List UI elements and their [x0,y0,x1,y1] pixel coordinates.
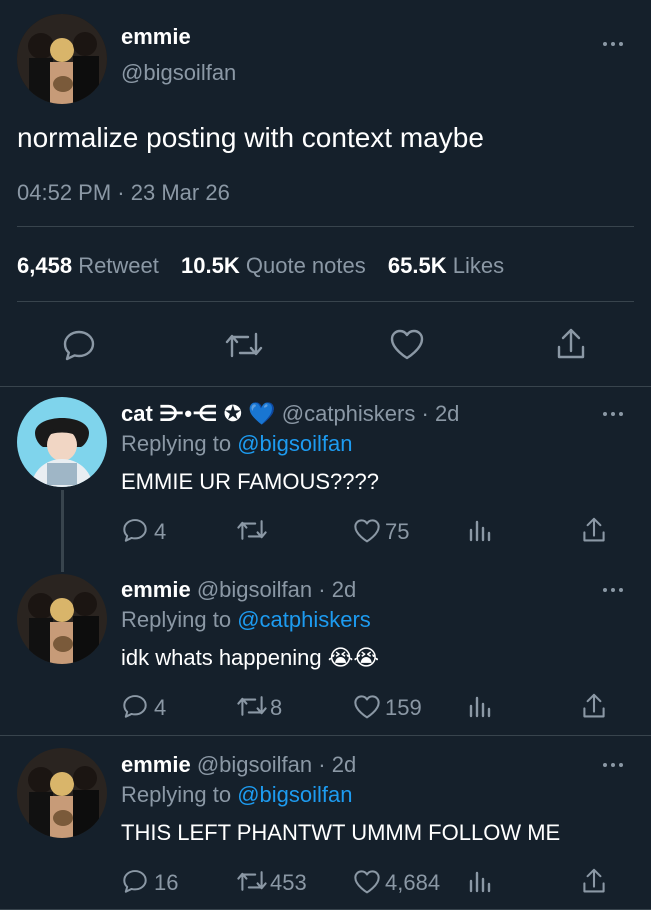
retweet-stat[interactable]: 6,458 Retweet [17,253,159,278]
like-count: 159 [385,695,422,720]
more-icon[interactable] [603,40,627,48]
divider [17,226,634,227]
reply-time: · 2d [318,752,357,777]
avatar[interactable] [17,14,107,104]
more-icon[interactable] [603,586,627,594]
tweet-text: normalize posting with context maybe [17,122,484,153]
reply-text: idk whats happening [121,645,322,670]
like-icon[interactable] [389,328,425,360]
replying-to-link[interactable]: @catphiskers [237,607,371,632]
retweet-icon[interactable] [236,694,268,718]
share-icon[interactable] [582,692,606,720]
like-icon[interactable] [353,869,381,894]
reply-icon[interactable] [122,693,148,719]
reply-header: emmie @bigsoilfan · 2d [121,752,356,778]
tweet-separator: · [117,180,125,205]
reply-icon[interactable] [122,517,148,543]
replying-to: Replying to @bigsoilfan [121,431,353,456]
display-name[interactable]: emmie [121,752,191,777]
avatar[interactable] [17,397,107,487]
quote-stat[interactable]: 10.5K Quote notes [181,253,366,278]
reply-count: 4 [154,695,167,720]
share-icon[interactable] [582,867,606,895]
reply-time: · 2d [318,577,357,602]
display-name[interactable]: emmie [121,24,191,50]
reply-header: cat ⋺•⋲ ✪ 💙 @catphiskers · 2d [121,401,459,427]
analytics-icon[interactable] [468,518,492,542]
replying-to-link[interactable]: @bigsoilfan [237,782,352,807]
reply-icon[interactable] [122,868,148,894]
replying-to: Replying to @catphiskers [121,607,371,632]
tweet-timestamp: 04:52 PM · 23 Mar 26 [17,180,230,206]
analytics-icon[interactable] [468,869,492,893]
reply-count: 16 [154,870,179,895]
retweet-count: 453 [270,870,307,895]
replying-to: Replying to @bigsoilfan [121,782,353,807]
verified-heart-icon: 💙 [248,401,276,426]
display-name[interactable]: emmie [121,577,191,602]
like-count: 75 [385,519,410,544]
crying-emoji-icon: 😭😭 [327,645,380,670]
reply-text-line: idk whats happening 😭😭 [121,645,379,671]
reply-count: 4 [154,519,167,544]
handle[interactable]: @bigsoilfan [197,752,312,777]
handle[interactable]: @bigsoilfan [121,60,236,86]
tweet-stats: 6,458 Retweet 10.5K Quote notes 65.5K Li… [17,253,504,279]
reply-header: emmie @bigsoilfan · 2d [121,577,356,603]
avatar[interactable] [17,748,107,838]
reply-text: THIS LEFT PHANTWT UMMM FOLLOW ME [121,820,561,845]
tweet-time: 04:52 PM [17,180,112,205]
retweet-icon[interactable] [224,330,264,360]
like-count: 4,684 [385,870,441,895]
analytics-icon[interactable] [468,694,492,718]
handle[interactable]: @catphiskers [282,401,416,426]
retweet-icon[interactable] [236,869,268,893]
tweet-date: 23 Mar 26 [130,180,230,205]
divider [0,386,651,387]
divider [0,735,651,736]
thread-line [61,490,64,572]
retweet-icon[interactable] [236,518,268,542]
reply-icon[interactable] [62,328,96,362]
more-icon[interactable] [603,410,627,418]
like-stat[interactable]: 65.5K Likes [388,253,504,278]
more-icon[interactable] [603,761,627,769]
avatar[interactable] [17,574,107,664]
reply-text: EMMIE UR FAMOUS???? [121,469,379,494]
replying-to-link[interactable]: @bigsoilfan [237,431,352,456]
share-icon[interactable] [582,516,606,544]
retweet-count: 8 [270,695,283,720]
reply-time: · 2d [421,401,460,426]
display-name[interactable]: cat ⋺•⋲ ✪ [121,401,242,426]
like-icon[interactable] [353,694,381,719]
divider [17,301,634,302]
handle[interactable]: @bigsoilfan [197,577,312,602]
share-icon[interactable] [556,327,586,361]
like-icon[interactable] [353,518,381,543]
